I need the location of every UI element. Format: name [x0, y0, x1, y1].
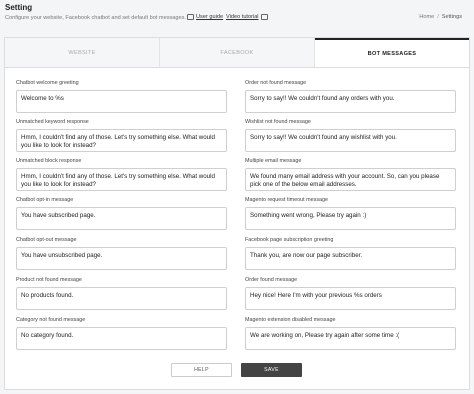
- order-not-found-message-field: Order not found message Sorry to say!! W…: [245, 79, 461, 113]
- field-label: Order found message: [245, 277, 298, 283]
- category-not-found-message-input[interactable]: No category found.: [16, 327, 227, 350]
- multiple-email-message-input[interactable]: We found many email address with your ac…: [245, 168, 456, 191]
- chatbot-opt-in-message-input[interactable]: You have subscribed page.: [16, 207, 227, 230]
- order-not-found-message-input[interactable]: Sorry to say!! We couldn't found any ord…: [245, 90, 456, 113]
- category-not-found-message-field: Category not found message No category f…: [16, 316, 232, 350]
- video-tutorial-link[interactable]: Video tutorial: [226, 14, 268, 20]
- breadcrumb-home[interactable]: Home: [419, 14, 434, 20]
- breadcrumb-current: Settings: [441, 14, 462, 20]
- field-label: Chatbot opt-in message: [16, 197, 74, 203]
- wishlist-not-found-message-input[interactable]: Sorry to say!! We couldn't found any wis…: [245, 129, 456, 152]
- field-label: Product not found message: [16, 277, 82, 283]
- field-label: Multiple email message: [245, 158, 302, 164]
- field-label: Unmatched keyword response: [16, 119, 89, 125]
- chatbot-opt-out-message-input[interactable]: You have unsubscribed page.: [16, 247, 227, 270]
- field-label: Facebook page subscription greeting: [245, 237, 334, 243]
- field-label: Category not found message: [16, 317, 86, 323]
- field-label: Magento request timeout message: [245, 197, 329, 203]
- magento-request-timeout-message-input[interactable]: Something went wrong, Please try again :…: [245, 207, 456, 230]
- tab-bar: WEBSITE FACEBOOK BOT MESSAGES: [5, 38, 469, 68]
- facebook-page-subscription-greeting-field: Facebook page subscription greeting Than…: [245, 236, 461, 270]
- product-not-found-message-field: Product not found message No products fo…: [16, 276, 232, 310]
- magento-extension-disabled-message-field: Magento extension disabled message We ar…: [245, 316, 461, 350]
- magento-request-timeout-message-field: Magento request timeout message Somethin…: [245, 196, 461, 230]
- unmatched-keyword-response-input[interactable]: Hmm, I couldn't find any of those. Let's…: [16, 129, 227, 152]
- field-label: Chatbot opt-out message: [16, 237, 77, 243]
- chatbot-opt-in-message-field: Chatbot opt-in message You have subscrib…: [16, 196, 232, 230]
- tab-facebook[interactable]: FACEBOOK: [160, 38, 315, 67]
- unmatched-block-response-field: Unmatched block response Hmm, I couldn't…: [16, 157, 232, 191]
- order-found-message-field: Order found message Hey nice! Here I'm w…: [245, 276, 461, 310]
- tab-website[interactable]: WEBSITE: [5, 38, 160, 67]
- unmatched-keyword-response-field: Unmatched keyword response Hmm, I couldn…: [16, 118, 232, 152]
- user-guide-link[interactable]: User guide: [187, 14, 223, 20]
- wishlist-not-found-message-field: Wishlist not found message Sorry to say!…: [245, 118, 461, 152]
- video-icon: [260, 14, 268, 20]
- facebook-page-subscription-greeting-input[interactable]: Thank you, are now our page subscriber.: [245, 247, 456, 270]
- field-label: Order not found message: [245, 80, 307, 86]
- breadcrumb-separator: /: [437, 14, 439, 20]
- book-icon: [187, 14, 194, 20]
- tab-bot-messages[interactable]: BOT MESSAGES: [315, 38, 469, 67]
- chatbot-welcome-greeting-input[interactable]: Welcome to %s: [16, 90, 227, 113]
- unmatched-block-response-input[interactable]: Hmm, I couldn't find any of those. Let's…: [16, 168, 227, 191]
- page-subtitle: Configure your website, Facebook chatbot…: [5, 15, 186, 21]
- help-button[interactable]: HELP: [171, 363, 232, 377]
- field-label: Chatbot welcome greeting: [16, 80, 79, 86]
- save-button[interactable]: SAVE: [241, 363, 302, 377]
- field-label: Magento extension disabled message: [245, 317, 336, 323]
- field-label: Wishlist not found message: [245, 119, 311, 125]
- user-guide-label: User guide: [196, 14, 224, 20]
- chatbot-opt-out-message-field: Chatbot opt-out message You have unsubsc…: [16, 236, 232, 270]
- order-found-message-input[interactable]: Hey nice! Here I'm with your previous %s…: [245, 287, 456, 310]
- breadcrumb: Home / Settings: [419, 14, 462, 20]
- magento-extension-disabled-message-input[interactable]: We are working on, Please try again afte…: [245, 327, 456, 350]
- field-label: Unmatched block response: [16, 158, 82, 164]
- video-tutorial-label: Video tutorial: [226, 14, 259, 20]
- settings-card: WEBSITE FACEBOOK BOT MESSAGES Chatbot we…: [4, 37, 470, 390]
- chatbot-welcome-greeting-field: Chatbot welcome greeting Welcome to %s: [16, 79, 232, 113]
- page-title: Setting: [5, 3, 33, 12]
- multiple-email-message-field: Multiple email message We found many ema…: [245, 157, 461, 191]
- product-not-found-message-input[interactable]: No products found.: [16, 287, 227, 310]
